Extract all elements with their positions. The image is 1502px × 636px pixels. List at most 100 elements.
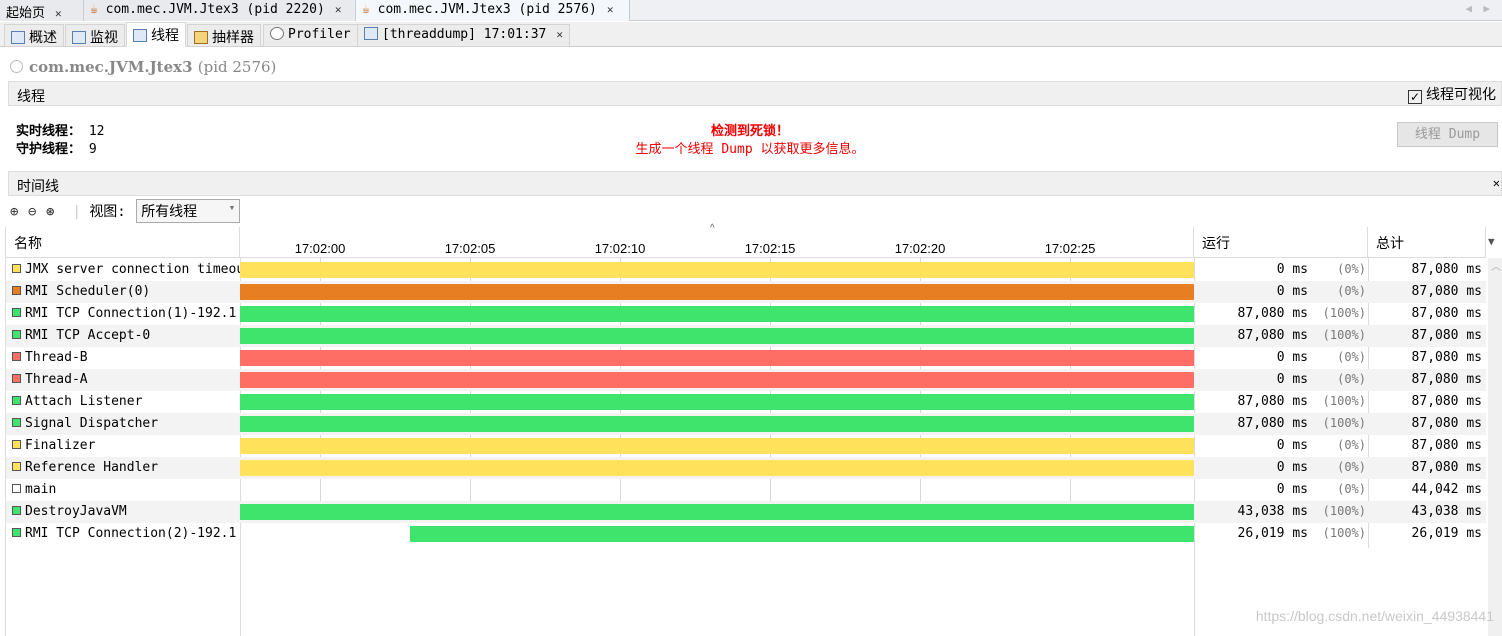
scrollbar[interactable]: ︿ [1488,258,1502,636]
tab-label: 监视 [90,30,118,46]
threads-icon [133,29,147,42]
state-icon [12,330,21,339]
thread-name-label: main [25,482,57,497]
sort-indicator-icon: ^ [710,223,715,234]
thread-name: Attach Listener [12,394,240,409]
tab-label: com.mec.JVM.Jtex3 (pid 2220) [105,2,325,17]
timeline-tick: 17:02:15 [744,241,796,256]
state-icon [12,396,21,405]
thread-name-label: JMX server connection timeout [25,262,240,277]
running-time: 0 ms [1276,460,1308,475]
document-tab-bar: 起始页 ✕ ☕ com.mec.JVM.Jtex3 (pid 2220) ✕ ☕ c… [0,0,1502,21]
thread-name-label: RMI TCP Accept-0 [25,328,151,343]
table-row[interactable]: main 0 ms (0%) 44,042 ms [6,479,1486,501]
close-icon[interactable]: ✕ [335,3,342,16]
zoom-fit-icon[interactable]: ⊛ [46,204,64,220]
timeline-tick: 17:02:20 [894,241,946,256]
column-header-total[interactable]: 总计 [1368,227,1486,258]
view-select[interactable]: 所有线程 ▾ [136,199,241,223]
tab-threads[interactable]: 线程 [126,22,186,47]
scroll-left-icon[interactable]: ◀ [1465,2,1472,15]
close-icon[interactable]: ✕ [556,28,563,41]
timeline-section-header: 时间线 [8,171,1502,196]
status-icon [10,60,23,73]
table-row[interactable]: Signal Dispatcher 87,080 ms (100%) 87,080 m… [6,413,1486,435]
thread-name: main [12,482,240,497]
chevron-down-icon: ▾ [228,201,236,214]
table-row[interactable]: RMI TCP Connection(1)-192.1 87,080 ms (100… [6,303,1486,325]
running-percent: (0%) [1337,350,1366,364]
table-row[interactable]: RMI TCP Connection(2)-192.1 26,019 ms (100… [6,523,1486,545]
table-row[interactable]: DestroyJavaVM 43,038 ms (100%) 43,038 ms [6,501,1486,523]
timeline-tick: 17:02:10 [594,241,646,256]
threads-section-header: 线程 [8,81,1502,106]
column-header-running[interactable]: 运行 [1194,227,1368,258]
running-time: 43,038 ms [1237,504,1308,519]
thread-name: RMI TCP Accept-0 [12,328,240,343]
thread-dump-button[interactable]: 线程 Dump [1397,122,1498,147]
table-row[interactable]: JMX server connection timeout 0 ms (0%) 87,… [6,259,1486,281]
tab-label: [threaddump] 17:01:37 [382,27,547,42]
table-row[interactable]: Attach Listener 87,080 ms (100%) 87,080 ms [6,391,1486,413]
running-percent: (100%) [1322,526,1366,540]
tab-profiler[interactable]: Profiler [263,24,358,47]
tab-monitor[interactable]: 监视 [65,24,125,47]
thread-name: Finalizer [12,438,240,453]
running-percent: (100%) [1322,416,1366,430]
close-icon[interactable]: ✕ [55,7,62,20]
app-title: com.mec.JVM.Jtex3 (pid 2576) [10,58,276,76]
table-row[interactable]: Finalizer 0 ms (0%) 87,080 ms [6,435,1486,457]
thread-name-label: RMI TCP Connection(1)-192.1 [25,306,237,321]
thread-state-bar [410,526,1194,542]
tab-sampler[interactable]: 抽样器 [187,24,261,47]
table-row[interactable]: RMI TCP Accept-0 87,080 ms (100%) 87,080 ms [6,325,1486,347]
running-percent: (0%) [1337,284,1366,298]
total-time: 87,080 ms [1411,372,1482,387]
thread-name-label: DestroyJavaVM [25,504,127,519]
thread-name: RMI TCP Connection(1)-192.1 [12,306,240,321]
tab-overview[interactable]: 概述 [4,24,64,47]
clock-icon [270,27,284,40]
thread-name: Reference Handler [12,460,240,475]
thread-name-label: Thread-B [25,350,88,365]
running-time: 0 ms [1276,284,1308,299]
zoom-in-icon[interactable]: ⊕ [10,204,28,220]
visualize-checkbox[interactable]: ✓ 线程可视化 [1408,84,1496,104]
deadlock-warning: 检测到死锁！ 生成一个线程 Dump 以获取更多信息。 [560,123,940,159]
tab-pid-2576[interactable]: ☕ com.mec.JVM.Jtex3 (pid 2576) ✕ [356,0,630,21]
zoom-out-icon[interactable]: ⊖ [28,204,46,220]
state-icon [12,352,21,361]
deadlock-title: 检测到死锁！ [710,124,789,139]
thread-state-bar [240,416,1194,432]
column-header-timeline[interactable]: ^ 17:02:00 17:02:05 17:02:10 17:02:15 17:02:… [240,223,1194,258]
timeline-tick: 17:02:00 [294,241,346,256]
state-icon [12,528,21,537]
checkbox-icon: ✓ [1408,90,1422,104]
thread-name: Thread-A [12,372,240,387]
java-icon: ☕ [362,2,370,17]
tab-pid-2220[interactable]: ☕ com.mec.JVM.Jtex3 (pid 2220) ✕ [84,0,356,21]
running-time: 0 ms [1276,482,1308,497]
column-menu-icon[interactable]: ▼ [1488,235,1495,248]
deadlock-message: 生成一个线程 Dump 以获取更多信息。 [635,142,865,157]
total-time: 87,080 ms [1411,350,1482,365]
running-time: 0 ms [1276,372,1308,387]
thread-name-label: RMI TCP Connection(2)-192.1 [25,526,237,541]
close-icon[interactable]: ✕ [607,3,614,16]
app-pid: (pid 2576) [197,58,277,76]
close-icon[interactable]: ✕ [1493,176,1500,190]
scroll-right-icon[interactable]: ▶ [1483,2,1490,15]
table-row[interactable]: Thread-B 0 ms (0%) 87,080 ms [6,347,1486,369]
tab-threaddump[interactable]: [threaddump] 17:01:37 ✕ [357,24,570,47]
table-row[interactable]: RMI Scheduler(0) 0 ms (0%) 87,080 ms [6,281,1486,303]
table-row[interactable]: Reference Handler 0 ms (0%) 87,080 ms [6,457,1486,479]
running-percent: (0%) [1337,482,1366,496]
tab-start-page[interactable]: 起始页 ✕ [0,0,84,21]
state-icon [12,286,21,295]
thread-state-bar [240,438,1194,454]
timeline-toolbar: ⊕ ⊖ ⊛ | 视图: 所有线程 ▾ [10,199,241,223]
running-percent: (0%) [1337,438,1366,452]
column-header-name[interactable]: 名称 [6,227,240,258]
table-row[interactable]: Thread-A 0 ms (0%) 87,080 ms [6,369,1486,391]
total-time: 87,080 ms [1411,284,1482,299]
